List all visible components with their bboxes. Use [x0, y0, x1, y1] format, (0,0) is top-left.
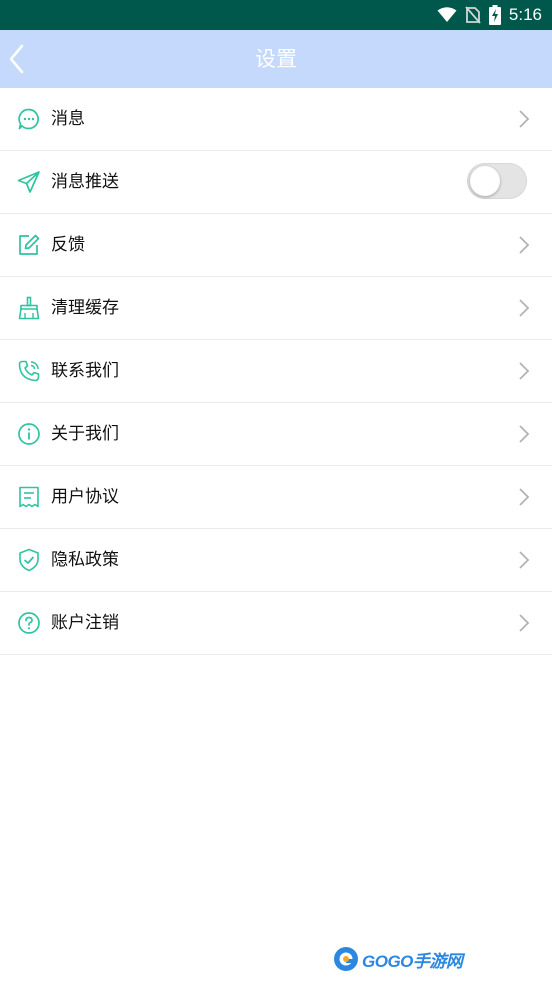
battery-charging-icon	[488, 5, 501, 25]
chat-bubble-icon	[18, 108, 39, 130]
menu-label-user-agreement: 用户协议	[51, 487, 119, 507]
chevron-right-icon	[519, 362, 530, 380]
menu-item-delete-account[interactable]: 账户注销	[0, 592, 552, 655]
menu-label-delete-account: 账户注销	[51, 613, 119, 633]
chevron-right-icon	[519, 425, 530, 443]
status-time: 5:16	[508, 5, 542, 24]
broom-icon	[18, 296, 40, 320]
menu-label-about-us: 关于我们	[51, 424, 119, 444]
menu-label-privacy-policy: 隐私政策	[51, 550, 119, 570]
wifi-icon	[437, 7, 457, 22]
menu-label-contact-us: 联系我们	[51, 361, 119, 381]
menu-label-push-notifications: 消息推送	[51, 172, 119, 192]
menu-item-messages[interactable]: 消息	[0, 88, 552, 151]
menu-item-user-agreement[interactable]: 用户协议	[0, 466, 552, 529]
document-icon	[19, 486, 39, 508]
menu-item-privacy-policy[interactable]: 隐私政策	[0, 529, 552, 592]
edit-icon	[19, 234, 40, 255]
chevron-right-icon	[519, 488, 530, 506]
menu-item-contact-us[interactable]: 联系我们	[0, 340, 552, 403]
phone-icon	[18, 360, 40, 382]
watermark-text: GOGO手游网	[362, 951, 463, 971]
gogo-logo	[334, 947, 358, 971]
chevron-right-icon	[519, 236, 530, 254]
menu-label-clear-cache: 清理缓存	[51, 298, 119, 318]
menu-item-push-notifications: 消息推送	[0, 151, 552, 214]
push-notification-toggle[interactable]	[467, 163, 527, 199]
watermark: GOGO手游网	[333, 944, 463, 974]
paper-plane-icon	[17, 171, 40, 193]
menu-item-about-us[interactable]: 关于我们	[0, 403, 552, 466]
question-circle-icon	[18, 612, 40, 634]
info-icon	[18, 423, 40, 445]
toggle-knob	[470, 166, 500, 196]
shield-check-icon	[19, 548, 39, 572]
menu-item-feedback[interactable]: 反馈	[0, 214, 552, 277]
status-icons: 5:16	[437, 0, 542, 30]
menu-label-messages: 消息	[51, 109, 85, 129]
status-bar: 5:16	[0, 0, 552, 30]
no-sim-icon	[465, 6, 481, 24]
page-title: 设置	[255, 47, 297, 71]
chevron-right-icon	[519, 551, 530, 569]
menu-label-feedback: 反馈	[51, 235, 85, 255]
settings-menu: 消息 消息推送 反馈 清理缓存 联系我们 关于我们 用户协议 隐私政策 账户注销	[0, 88, 552, 655]
chevron-right-icon	[519, 299, 530, 317]
chevron-right-icon	[519, 614, 530, 632]
chevron-right-icon	[519, 110, 530, 128]
app-bar: 设置	[0, 30, 552, 88]
menu-item-clear-cache[interactable]: 清理缓存	[0, 277, 552, 340]
